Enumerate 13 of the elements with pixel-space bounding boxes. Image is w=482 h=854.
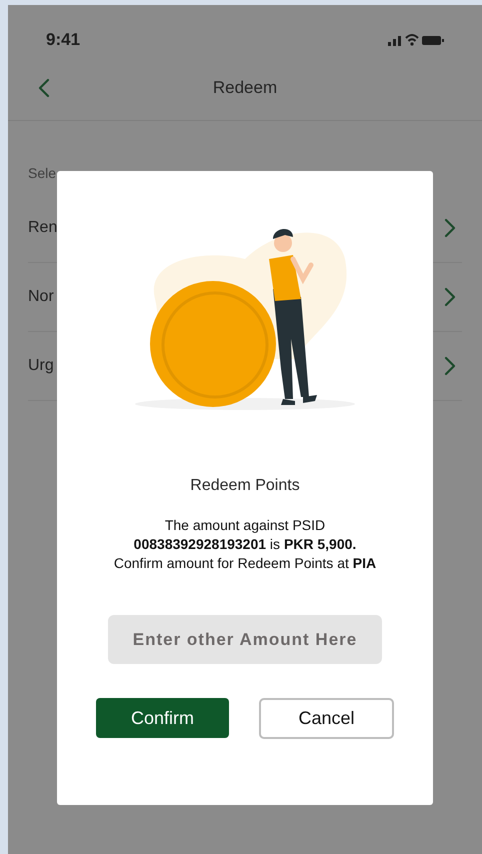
section-caption: Sele — [28, 164, 58, 183]
chevron-right-icon — [444, 287, 456, 307]
back-icon[interactable] — [38, 78, 50, 98]
status-time: 9:41 — [46, 29, 80, 52]
amount-field[interactable]: Enter other Amount Here — [108, 615, 382, 664]
confirm-button[interactable]: Confirm — [96, 698, 229, 738]
chevron-right-icon — [444, 218, 456, 238]
cancel-button[interactable]: Cancel — [259, 698, 394, 739]
page-title: Redeem — [212, 76, 278, 99]
status-icons — [388, 33, 444, 47]
dialog-message: The amount against PSID 00838392928193201 is PKR 5,900. Confirm amount for Redeem Points at PIA — [114, 516, 376, 573]
dialog-title: Redeem Points — [190, 476, 300, 496]
chevron-right-icon — [444, 356, 456, 376]
